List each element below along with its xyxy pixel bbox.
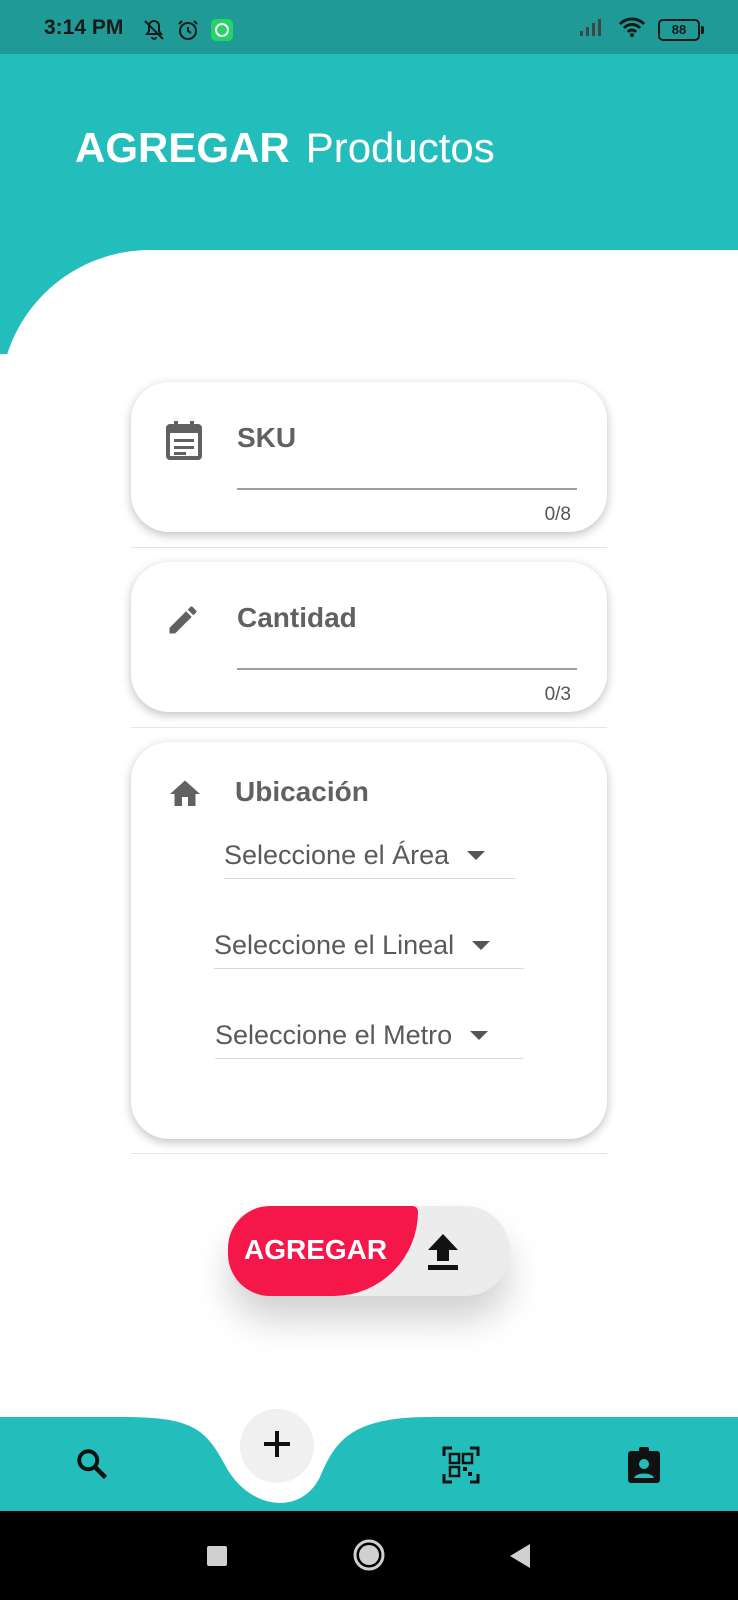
search-icon[interactable]: [74, 1446, 110, 1487]
chevron-down-icon: [467, 850, 486, 860]
sku-input-underline: [237, 488, 577, 490]
home-icon: [165, 776, 205, 817]
signal-icon: [578, 17, 606, 42]
ubicacion-label: Ubicación: [235, 776, 369, 807]
cantidad-counter: 0/3: [544, 684, 571, 705]
chevron-down-icon: [472, 940, 491, 950]
page-title-strong: AGREGAR: [75, 124, 290, 171]
divider: [131, 1153, 607, 1154]
recents-button[interactable]: [206, 1545, 228, 1572]
whatsapp-icon: [210, 18, 234, 47]
cantidad-input-underline: [237, 668, 577, 670]
calendar-icon: [165, 420, 203, 465]
pencil-icon: [165, 602, 201, 643]
qr-scan-icon[interactable]: [442, 1446, 480, 1489]
cantidad-input[interactable]: Cantidad: [237, 602, 357, 634]
divider: [131, 547, 607, 548]
bell-off-icon: [142, 18, 166, 47]
system-nav-bar: [0, 1511, 738, 1600]
status-bar: 3:14 PM 88: [0, 0, 738, 54]
status-time: 3:14 PM: [44, 16, 124, 39]
back-button[interactable]: [508, 1543, 532, 1574]
alarm-icon: [176, 18, 200, 47]
wifi-icon: [618, 16, 646, 43]
metro-dropdown-value: Seleccione el Metro: [215, 1019, 453, 1050]
add-icon: [262, 1429, 292, 1464]
divider: [131, 727, 607, 728]
sku-input[interactable]: SKU: [237, 422, 296, 454]
agregar-button-label: AGREGAR: [244, 1234, 388, 1265]
lineal-dropdown[interactable]: Seleccione el Lineal: [214, 922, 524, 969]
lineal-dropdown-value: Seleccione el Lineal: [214, 929, 455, 960]
chevron-down-icon: [470, 1030, 489, 1040]
status-system-icons: 88: [578, 16, 704, 43]
nav-add-button[interactable]: [240, 1409, 314, 1483]
area-dropdown-value: Seleccione el Área: [224, 839, 450, 870]
page-title: AGREGAR Productos: [75, 124, 495, 172]
sku-card: SKU 0/8: [131, 382, 607, 532]
sku-counter: 0/8: [544, 504, 571, 525]
home-button[interactable]: [352, 1538, 386, 1577]
cantidad-card: Cantidad 0/3: [131, 562, 607, 712]
metro-dropdown[interactable]: Seleccione el Metro: [215, 1012, 523, 1059]
profile-badge-icon[interactable]: [626, 1446, 662, 1489]
battery-indicator: 88: [658, 18, 704, 41]
area-dropdown[interactable]: Seleccione el Área: [224, 832, 516, 879]
ubicacion-card: Ubicación Seleccione el Área Seleccione …: [131, 742, 607, 1139]
upload-icon[interactable]: [424, 1232, 462, 1277]
page-title-rest: Productos: [305, 124, 495, 171]
status-notification-icons: [142, 18, 234, 47]
